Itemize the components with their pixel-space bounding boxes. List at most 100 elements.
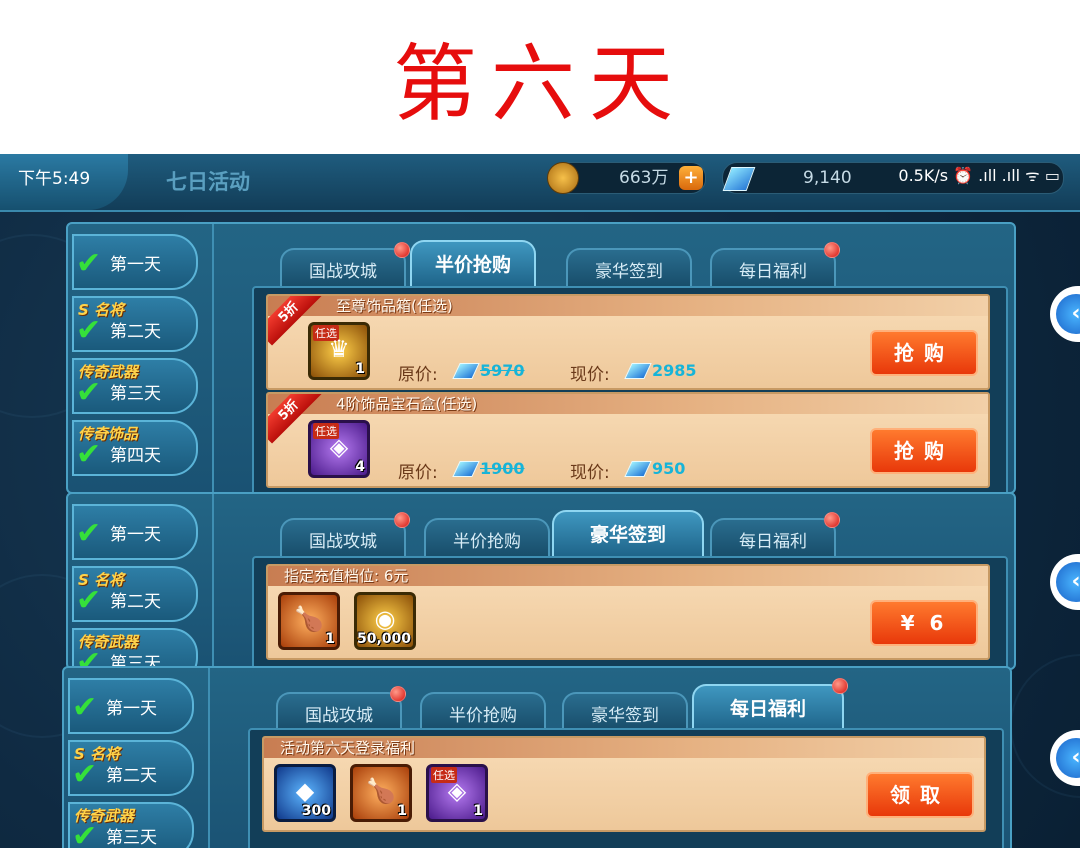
gold-counter: 663万 + [547,162,706,194]
sidebar-item-label: 第一天 [106,699,157,719]
tab-label: 半价抢购 [434,254,511,276]
sidebar-item-day3[interactable]: 传奇武器 ✔ 第三天 [72,628,198,668]
recharge-button[interactable]: ¥ 6 [870,600,978,646]
sidebar-item-label: 第三天 [106,828,157,848]
sidebar-item-day3[interactable]: 传奇武器 ✔ 第三天 [72,358,198,414]
notification-dot [394,242,410,258]
notification-dot [824,242,840,258]
offer-list: 5折 至尊饰品箱(任选) 任选 ♛ 1 原价: 5970 现价: 2985 抢购… [252,286,1008,492]
accessory-box-item[interactable]: 任选 ♛ 1 [308,322,370,380]
original-price: 1900 [480,459,525,478]
gem-icon [452,363,480,379]
status-indicators: 0.5K/s ⏰ .ıll .ıll ᯤ ▭ [898,166,1060,185]
tab-siege[interactable]: 国战攻城 [280,242,410,290]
item-quantity: 300 [301,803,331,819]
tab-label: 每日福利 [729,698,806,720]
offer-title: 至尊饰品箱(任选) [336,297,453,315]
check-icon: ✔ [76,583,102,618]
sidebar-item-day1[interactable]: ✔ 第一天 [72,234,198,290]
gold-coin-icon [547,162,579,194]
check-icon: ✔ [72,819,98,848]
tab-half-price[interactable]: 半价抢购 [424,518,550,560]
welfare-list: 活动第六天登录福利 ◆ 300 🍗 1 任选 ◈ 1 领取 [248,728,1004,848]
welfare-card: 活动第六天登录福利 ◆ 300 🍗 1 任选 ◈ 1 领取 [262,736,986,832]
sidebar-item-day4[interactable]: 传奇饰品 ✔ 第四天 [72,420,198,476]
gem-box-icon: ◈ [329,433,349,461]
page-caption: 第六天 [392,34,687,133]
tab-half-price[interactable]: 半价抢购 [410,240,536,288]
signin-list: 指定充值档位: 6元 🍗 1 ◉ 50,000 ¥ 6 [252,556,1008,668]
notification-dot [824,512,840,528]
original-price: 5970 [480,361,525,380]
sidebar-item-label: 第三天 [110,384,161,404]
gem-icon [722,167,756,191]
day-sidebar: ✔ 第一天 S 名将 ✔ 第二天 传奇武器 ✔ 第三天 传奇饰品 ✔ 第四天 [68,224,214,492]
gem-amount: 9,140 [803,168,852,188]
gem-icon [624,461,652,477]
sidebar-item-day2[interactable]: S 名将 ✔ 第二天 [72,296,198,352]
sidebar-item-day1[interactable]: ✔ 第一天 [68,678,194,734]
tab-siege[interactable]: 国战攻城 [280,512,410,560]
sidebar-item-label: 第二天 [110,592,161,612]
tab-luxury-signin[interactable]: 豪华签到 [566,248,692,290]
roast-chicken-icon: 🍗 [294,605,324,633]
item-quantity: 1 [325,631,335,647]
check-icon: ✔ [72,690,98,725]
signin-card: 指定充值档位: 6元 🍗 1 ◉ 50,000 ¥ 6 [266,564,990,660]
recharge-tier-title: 指定充值档位: 6元 [284,567,409,585]
offer-card: 5折 4阶饰品宝石盒(任选) 任选 ◈ 4 原价: 1900 现价: 950 抢… [266,392,990,488]
add-gold-button[interactable]: + [679,166,703,190]
side-menu-button[interactable]: ‹ [1050,554,1080,610]
status-time: 下午5:49 [18,169,91,189]
sidebar-item-label: 第二天 [106,766,157,786]
buy-button[interactable]: 抢购 [870,330,978,376]
tab-label: 豪华签到 [595,262,663,282]
gem-icon [624,363,652,379]
item-quantity: 50,000 [356,631,411,647]
buy-button[interactable]: 抢购 [870,428,978,474]
check-icon: ✔ [72,757,98,792]
sidebar-item-day1[interactable]: ✔ 第一天 [72,504,198,560]
tab-luxury-signin[interactable]: 豪华签到 [552,510,704,558]
chevron-left-icon: ‹ [1056,738,1080,778]
roast-chicken-item[interactable]: 🍗 1 [278,592,340,650]
tab-label: 每日福利 [739,262,807,282]
gem-icon [452,461,480,477]
sidebar-item-label: 第四天 [110,446,161,466]
tab-label: 半价抢购 [453,532,521,552]
chevron-left-icon: ‹ [1056,562,1080,602]
sidebar-item-label: 第二天 [110,322,161,342]
tab-daily-welfare[interactable]: 每日福利 [692,678,848,732]
item-quantity: 1 [397,803,407,819]
original-price-label: 原价: [398,365,438,385]
current-price-label: 现价: [570,365,610,385]
tab-label: 国战攻城 [305,706,373,726]
item-quantity: 4 [355,459,365,475]
roast-chicken-item[interactable]: 🍗 1 [350,764,412,822]
sidebar-item-label: 第一天 [110,255,161,275]
tab-label: 半价抢购 [449,706,517,726]
gem-item[interactable]: ◆ 300 [274,764,336,822]
day-sidebar: ✔ 第一天 S 名将 ✔ 第二天 传奇武器 ✔ 第三天 [68,494,214,668]
top-bar: 下午5:49 七日活动 663万 + 9,140 0.5K/s ⏰ .ıll .… [0,154,1080,212]
tab-daily-welfare[interactable]: 每日福利 [710,242,840,290]
gold-coin-item[interactable]: ◉ 50,000 [354,592,416,650]
tab-daily-welfare[interactable]: 每日福利 [710,512,840,560]
original-price-label: 原价: [398,463,438,483]
day-sidebar: ✔ 第一天 S 名将 ✔ 第二天 传奇武器 ✔ 第三天 [64,668,210,848]
tab-label: 国战攻城 [309,532,377,552]
tab-label: 豪华签到 [591,706,659,726]
side-menu-button[interactable]: ‹ [1050,286,1080,342]
treasure-chest-icon: ♛ [328,335,350,363]
roast-chicken-icon: 🍗 [366,777,396,805]
offer-title: 4阶饰品宝石盒(任选) [336,395,478,413]
gem-box-item[interactable]: 任选 ◈ 1 [426,764,488,822]
game-screen: 下午5:49 七日活动 663万 + 9,140 0.5K/s ⏰ .ıll .… [0,154,1080,848]
claim-button[interactable]: 领取 [866,772,974,818]
sidebar-item-day3[interactable]: 传奇武器 ✔ 第三天 [68,802,194,848]
sidebar-item-day2[interactable]: S 名将 ✔ 第二天 [68,740,194,796]
gem-icon: ◆ [295,777,315,805]
tab-label: 每日福利 [739,532,807,552]
gem-box-item[interactable]: 任选 ◈ 4 [308,420,370,478]
sidebar-item-day2[interactable]: S 名将 ✔ 第二天 [72,566,198,622]
